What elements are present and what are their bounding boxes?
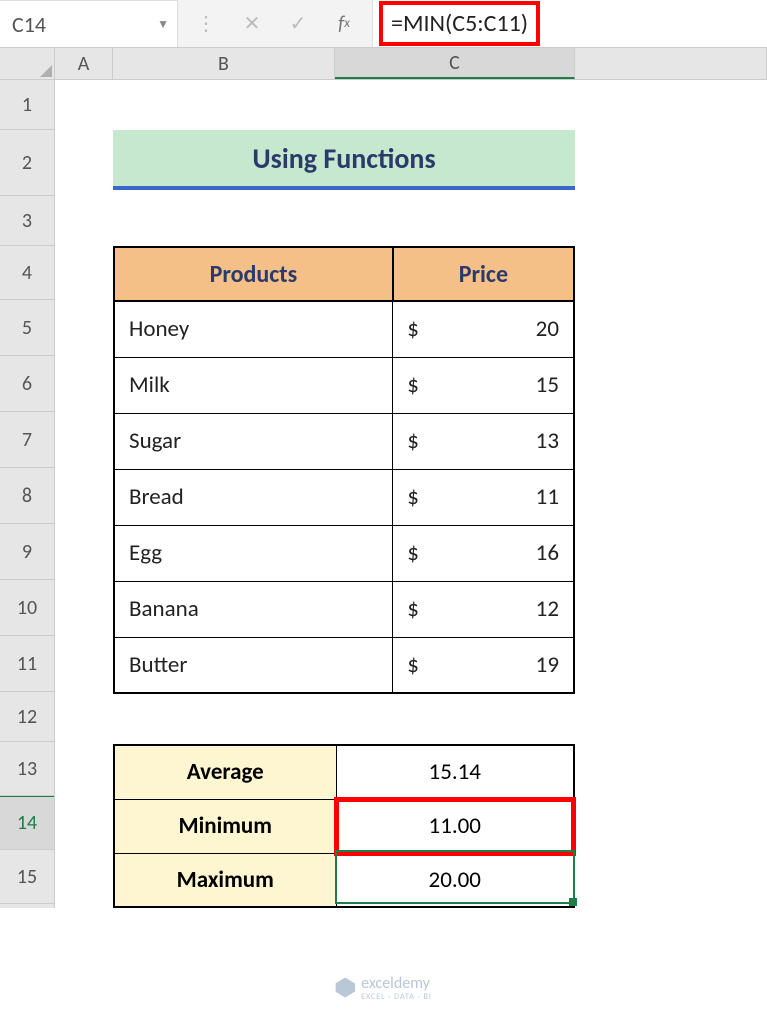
name-box-value: C14	[12, 11, 46, 38]
currency-sign: $	[407, 371, 419, 399]
cell-price[interactable]: $15	[393, 357, 574, 413]
column-headers: A B C	[55, 48, 767, 80]
summary-table: Average 15.14 Minimum 11.00 Maximum 20.0…	[113, 744, 575, 908]
confirm-icon[interactable]: ✓	[284, 11, 312, 36]
row-header-13[interactable]: 13	[0, 742, 54, 796]
row-header-4[interactable]: 4	[0, 246, 54, 300]
watermark: exceldemy EXCEL · DATA · BI	[335, 974, 432, 1001]
row-header-14[interactable]: 14	[0, 796, 54, 850]
dots-icon: ⋮	[192, 11, 220, 36]
row-header-6[interactable]: 6	[0, 356, 54, 412]
formula-bar: C14 ▼ ⋮ ✕ ✓ fx =MIN(C5:C11)	[0, 0, 767, 48]
column-header-A[interactable]: A	[55, 48, 113, 79]
header-products: Products	[114, 247, 393, 301]
row-header-11[interactable]: 11	[0, 636, 54, 692]
cell-product[interactable]: Honey	[114, 301, 393, 357]
cell-price[interactable]: $11	[393, 469, 574, 525]
row-header-12[interactable]: 12	[0, 692, 54, 742]
currency-sign: $	[407, 483, 419, 511]
name-box[interactable]: C14 ▼	[0, 0, 178, 47]
price-value: 12	[536, 595, 559, 623]
cell-price[interactable]: $16	[393, 525, 574, 581]
hex-logo-icon	[335, 978, 355, 998]
row-header-3[interactable]: 3	[0, 196, 54, 246]
currency-sign: $	[407, 315, 419, 343]
row-header-7[interactable]: 7	[0, 412, 54, 468]
fx-icon[interactable]: fx	[330, 12, 358, 36]
row-header-15[interactable]: 15	[0, 850, 54, 904]
row-header-2[interactable]: 2	[0, 130, 54, 196]
column-header-C[interactable]: C	[335, 48, 575, 79]
maximum-label[interactable]: Maximum	[114, 853, 336, 907]
formula-bar-controls: ⋮ ✕ ✓ fx	[178, 0, 373, 47]
price-value: 11	[536, 483, 559, 511]
price-value: 15	[536, 371, 559, 399]
minimum-label[interactable]: Minimum	[114, 799, 336, 853]
row-header-5[interactable]: 5	[0, 300, 54, 356]
row-headers: 1 2 3 4 5 6 7 8 9 10 11 12 13 14 15	[0, 80, 55, 908]
price-value: 19	[536, 651, 559, 679]
average-label[interactable]: Average	[114, 745, 336, 799]
minimum-value[interactable]: 11.00	[336, 799, 574, 853]
watermark-sub: EXCEL · DATA · BI	[361, 993, 432, 1001]
cell-product[interactable]: Sugar	[114, 413, 393, 469]
products-table: Products Price Honey$20 Milk$15 Sugar$13…	[113, 246, 575, 694]
average-value[interactable]: 15.14	[336, 745, 574, 799]
currency-sign: $	[407, 595, 419, 623]
formula-text: =MIN(C5:C11)	[379, 1, 540, 46]
chevron-down-icon[interactable]: ▼	[157, 17, 169, 32]
cell-price[interactable]: $20	[393, 301, 574, 357]
cell-product[interactable]: Butter	[114, 637, 393, 693]
row-header-1[interactable]: 1	[0, 80, 54, 130]
select-all-corner[interactable]	[0, 48, 55, 80]
cell-price[interactable]: $19	[393, 637, 574, 693]
cell-product[interactable]: Bread	[114, 469, 393, 525]
cell-product[interactable]: Egg	[114, 525, 393, 581]
row-header-9[interactable]: 9	[0, 524, 54, 580]
price-value: 16	[536, 539, 559, 567]
cell-product[interactable]: Banana	[114, 581, 393, 637]
cancel-icon[interactable]: ✕	[238, 11, 266, 36]
cell-price[interactable]: $13	[393, 413, 574, 469]
page-title: Using Functions	[113, 130, 575, 190]
column-header-B[interactable]: B	[113, 48, 335, 79]
maximum-value[interactable]: 20.00	[336, 853, 574, 907]
column-header-blank[interactable]	[575, 48, 767, 79]
watermark-name: exceldemy	[361, 974, 430, 993]
row-header-10[interactable]: 10	[0, 580, 54, 636]
price-value: 20	[536, 315, 559, 343]
header-price: Price	[393, 247, 574, 301]
cell-product[interactable]: Milk	[114, 357, 393, 413]
currency-sign: $	[407, 651, 419, 679]
currency-sign: $	[407, 427, 419, 455]
price-value: 13	[536, 427, 559, 455]
row-header-8[interactable]: 8	[0, 468, 54, 524]
cell-price[interactable]: $12	[393, 581, 574, 637]
currency-sign: $	[407, 539, 419, 567]
formula-input[interactable]: =MIN(C5:C11)	[373, 0, 767, 47]
cells-area[interactable]: Using Functions Products Price Honey$20 …	[55, 80, 767, 908]
